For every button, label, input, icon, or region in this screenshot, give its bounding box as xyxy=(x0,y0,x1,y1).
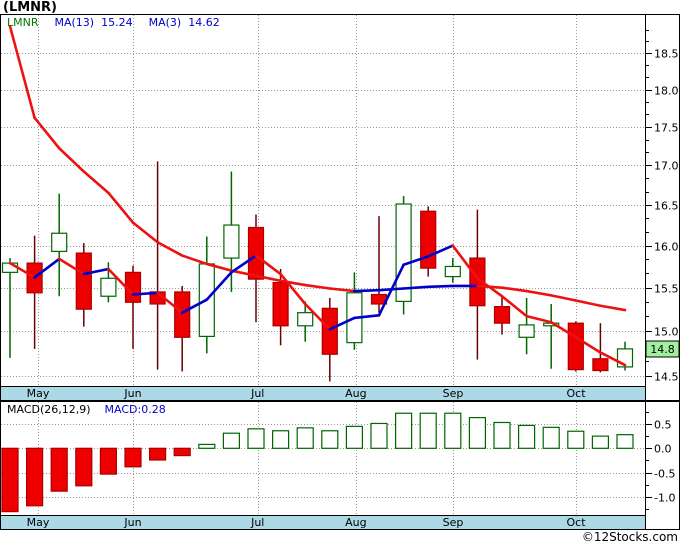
macd-legend: MACD(26,12,9) MACD:0.28 xyxy=(7,403,166,416)
svg-text:18.0: 18.0 xyxy=(654,85,679,98)
macd-axis: 0.5 0.0 -0.5 -1.0 xyxy=(645,412,675,510)
svg-text:Aug: Aug xyxy=(345,516,366,529)
last-price-badge: 14.8 xyxy=(645,340,680,358)
svg-text:16.0: 16.0 xyxy=(654,241,679,254)
ticker-symbol: LMNR xyxy=(7,16,39,29)
svg-text:17.0: 17.0 xyxy=(654,160,679,173)
svg-text:0.0: 0.0 xyxy=(654,443,672,456)
svg-text:Sep: Sep xyxy=(443,387,464,400)
price-axis: 14.5 15.0 15.5 16.0 16.5 17.0 17.5 18.0 18.5 xyxy=(645,30,679,384)
svg-text:14.5: 14.5 xyxy=(654,371,679,384)
svg-text:-0.5: -0.5 xyxy=(654,468,675,481)
svg-text:Sep: Sep xyxy=(443,516,464,529)
svg-text:18.5: 18.5 xyxy=(654,48,679,61)
ma13-value: 15.24 xyxy=(101,16,133,29)
svg-text:-1.0: -1.0 xyxy=(654,492,675,505)
macd-current-value: MACD:0.28 xyxy=(104,403,166,416)
stock-chart-page: May Jun Jul Aug Sep Oct May Jun Jul Aug Sep Oct 14.5… xyxy=(0,0,680,546)
svg-text:May: May xyxy=(27,387,50,400)
stock-chart-svg: May Jun Jul Aug Sep Oct May Jun Jul Aug Sep Oct 14.5… xyxy=(0,14,680,530)
svg-text:Oct: Oct xyxy=(567,387,587,400)
copyright: ©12Stocks.com xyxy=(581,530,678,544)
svg-text:17.5: 17.5 xyxy=(654,122,679,135)
page-title: (LMNR) xyxy=(3,0,57,15)
svg-text:15.5: 15.5 xyxy=(654,283,679,296)
price-legend: LMNR MA(13) 15.24 MA(3) 14.62 xyxy=(7,16,220,29)
svg-text:15.0: 15.0 xyxy=(654,326,679,339)
svg-text:Jul: Jul xyxy=(250,387,264,400)
svg-text:Aug: Aug xyxy=(345,387,366,400)
svg-text:Jul: Jul xyxy=(250,516,264,529)
macd-bars xyxy=(1,412,634,513)
ma13-line xyxy=(8,25,627,312)
svg-text:0.5: 0.5 xyxy=(654,419,672,432)
ma3-line xyxy=(8,244,627,367)
svg-text:Oct: Oct xyxy=(567,516,587,529)
svg-text:Jun: Jun xyxy=(123,387,141,400)
macd-params-label: MACD(26,12,9) xyxy=(7,403,91,416)
svg-text:16.5: 16.5 xyxy=(654,200,679,213)
ma3-value: 14.62 xyxy=(188,16,220,29)
ma13-label: MA(13) xyxy=(54,16,95,29)
ma3-label: MA(3) xyxy=(148,16,182,29)
svg-text:May: May xyxy=(27,516,50,529)
svg-text:Jun: Jun xyxy=(123,516,141,529)
svg-text:14.8: 14.8 xyxy=(650,343,675,356)
